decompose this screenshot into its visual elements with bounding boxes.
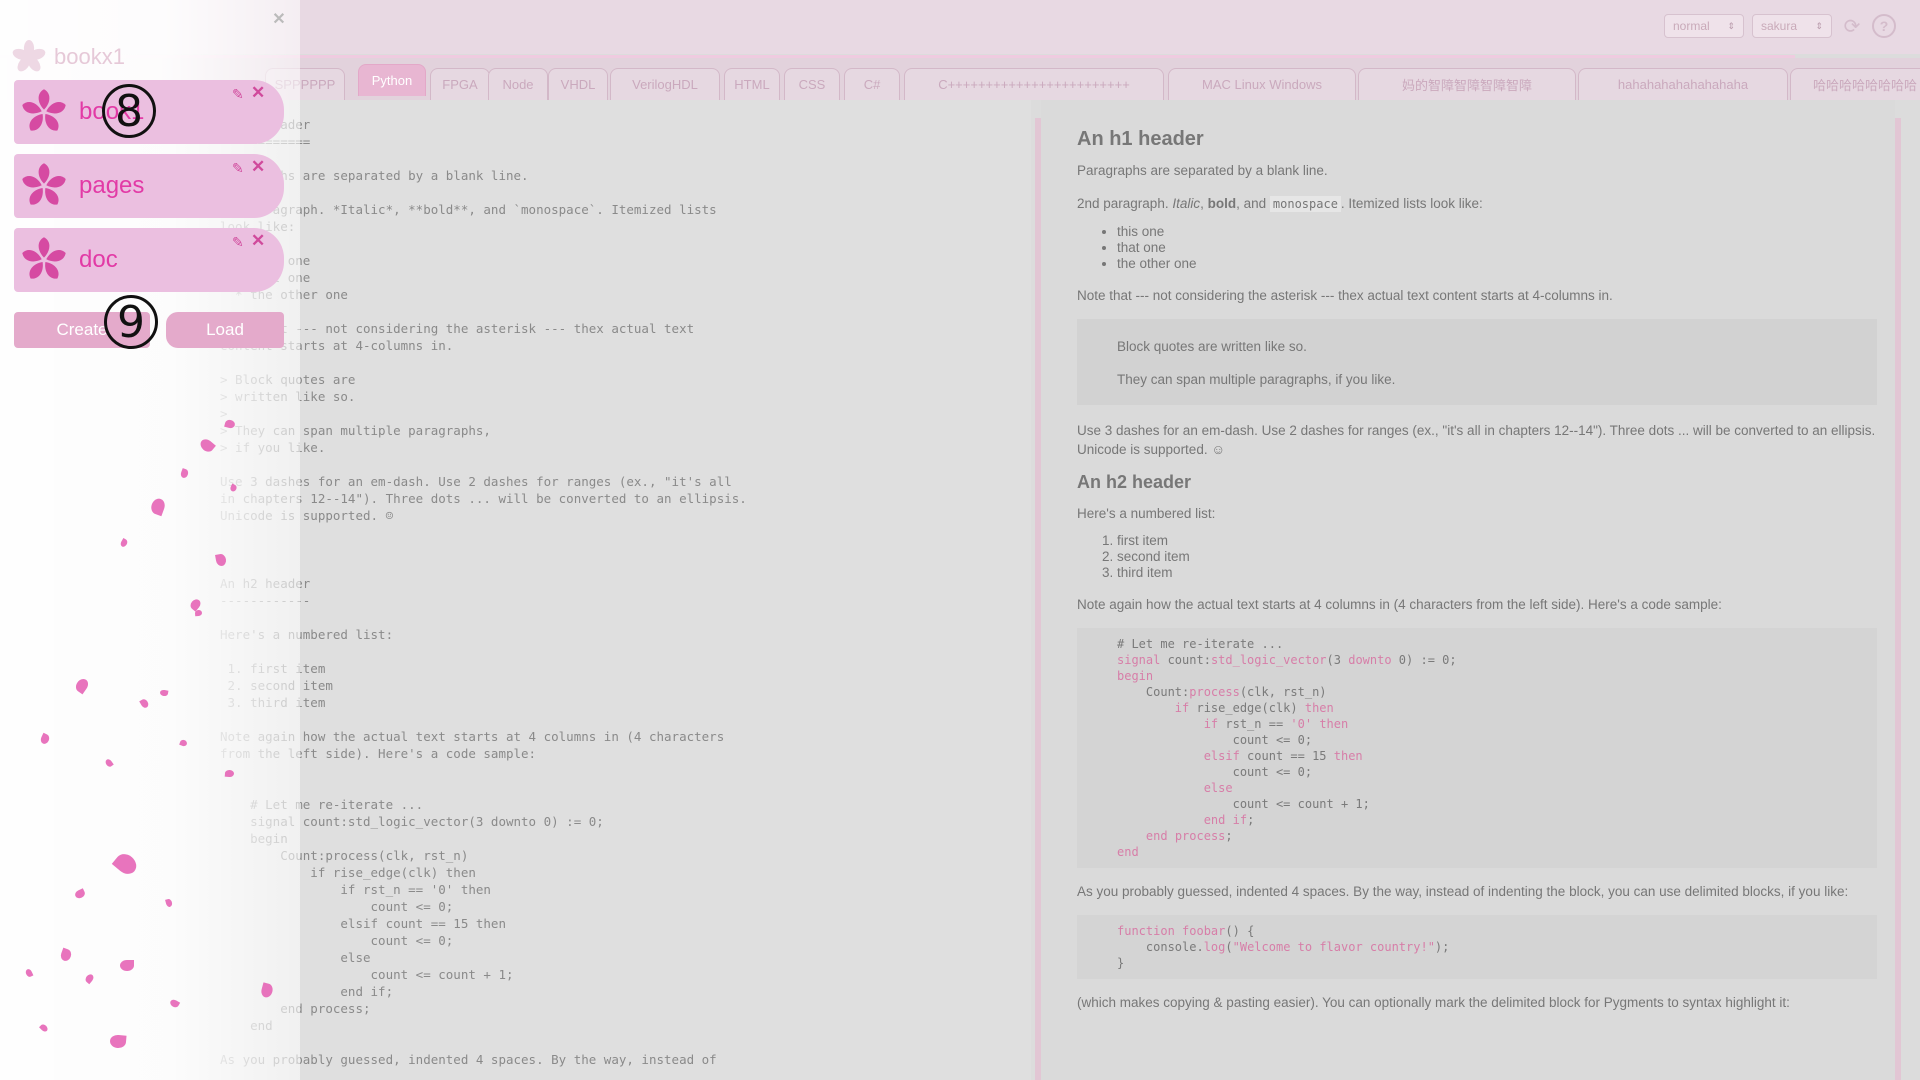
help-glyph: ? <box>1879 18 1889 34</box>
chevron-updown-icon: ⇕ <box>1727 20 1735 31</box>
edit-icon[interactable]: ✎ <box>232 234 244 251</box>
preview-paragraph: Note that --- not considering the asteri… <box>1077 288 1613 303</box>
book-item-pages[interactable]: pages ✎ ✕ <box>14 154 284 218</box>
preview-paragraph: Use 3 dashes for an em-dash. Use 2 dashe… <box>1077 423 1876 457</box>
tab-3[interactable]: FPGA <box>430 68 490 100</box>
numbered-list: first itemsecond itemthird item <box>1117 533 1877 581</box>
mode-select-value: normal <box>1673 19 1710 33</box>
book-drawer: bookx1 ✕ book1 ✎ ✕ pages ✎ ✕ doc ✎ ✕ Cre… <box>0 0 300 1080</box>
brand: bookx1 <box>12 40 125 74</box>
edit-icon[interactable]: ✎ <box>232 86 244 103</box>
tab-9[interactable]: C# <box>844 68 900 100</box>
petal-icon <box>120 960 134 971</box>
book-item-doc[interactable]: doc ✎ ✕ <box>14 228 284 292</box>
preview-paragraph: Note again how the actual text starts at… <box>1077 597 1722 612</box>
chevron-updown-icon: ⇕ <box>1815 20 1823 31</box>
sakura-icon <box>22 89 66 131</box>
scrollbar[interactable] <box>1895 118 1901 1080</box>
list-item: second item <box>1117 549 1877 565</box>
tab-5[interactable]: VHDL <box>548 68 608 100</box>
bullet-list: this onethat onethe other one <box>1117 224 1877 272</box>
preview-paragraph: Paragraphs are separated by a blank line… <box>1077 163 1328 178</box>
markdown-preview: An h1 header Paragraphs are separated by… <box>1041 100 1895 1080</box>
tab-14[interactable]: 哈哈哈哈哈哈哈哈 <box>1790 68 1920 100</box>
load-button[interactable]: Load <box>166 312 284 348</box>
sakura-logo-icon <box>12 40 46 72</box>
annotation-marker-8: 8 <box>102 84 156 138</box>
code-block: # Let me re-iterate ... signal count:std… <box>1077 628 1877 868</box>
tab-4[interactable]: Node <box>488 68 548 100</box>
brand-name: bookx1 <box>54 44 125 69</box>
list-item: this one <box>1117 224 1877 240</box>
tab-2[interactable]: Python <box>358 64 426 96</box>
preview-paragraph: (which makes copying & pasting easier). … <box>1077 995 1790 1010</box>
preview-paragraph: 2nd paragraph. Italic, bold, and monospa… <box>1077 196 1483 212</box>
help-icon[interactable]: ? <box>1872 14 1896 38</box>
tab-13[interactable]: hahahahahahahahaha <box>1578 68 1788 100</box>
list-item: first item <box>1117 533 1877 549</box>
mode-select[interactable]: normal ⇕ <box>1664 14 1744 38</box>
preview-h2: An h2 header <box>1077 472 1192 492</box>
edit-icon[interactable]: ✎ <box>232 160 244 177</box>
preview-paragraph: As you probably guessed, indented 4 spac… <box>1077 884 1849 899</box>
book-label: pages <box>79 172 145 199</box>
list-item: third item <box>1117 565 1877 581</box>
tab-7[interactable]: HTML <box>724 68 780 100</box>
tab-11[interactable]: MAC Linux Windows <box>1168 68 1356 100</box>
delete-icon[interactable]: ✕ <box>251 231 265 251</box>
tab-10[interactable]: C++++++++++++++++++++++++ <box>904 68 1164 100</box>
close-icon[interactable]: ✕ <box>270 10 288 28</box>
list-item: the other one <box>1117 256 1877 272</box>
theme-select[interactable]: sakura ⇕ <box>1752 14 1832 38</box>
book-label: doc <box>79 246 118 273</box>
tab-12[interactable]: 妈的智障智障智障智障 <box>1358 68 1576 100</box>
sakura-icon <box>22 237 66 279</box>
tab-8[interactable]: CSS <box>784 68 840 100</box>
refresh-icon[interactable]: ⟳ <box>1840 14 1864 38</box>
tab-6[interactable]: VerilogHDL <box>610 68 720 100</box>
delete-icon[interactable]: ✕ <box>251 83 265 103</box>
blockquote: Block quotes are written like so. They c… <box>1077 319 1877 405</box>
sakura-icon <box>22 163 66 205</box>
delete-icon[interactable]: ✕ <box>251 157 265 177</box>
preview-paragraph: Here's a numbered list: <box>1077 506 1216 521</box>
theme-select-value: sakura <box>1761 19 1798 33</box>
code-block-js: function foobar() { console.log("Welcome… <box>1077 915 1877 979</box>
annotation-marker-9: 9 <box>104 295 158 349</box>
list-item: that one <box>1117 240 1877 256</box>
preview-h1: An h1 header <box>1077 128 1204 150</box>
